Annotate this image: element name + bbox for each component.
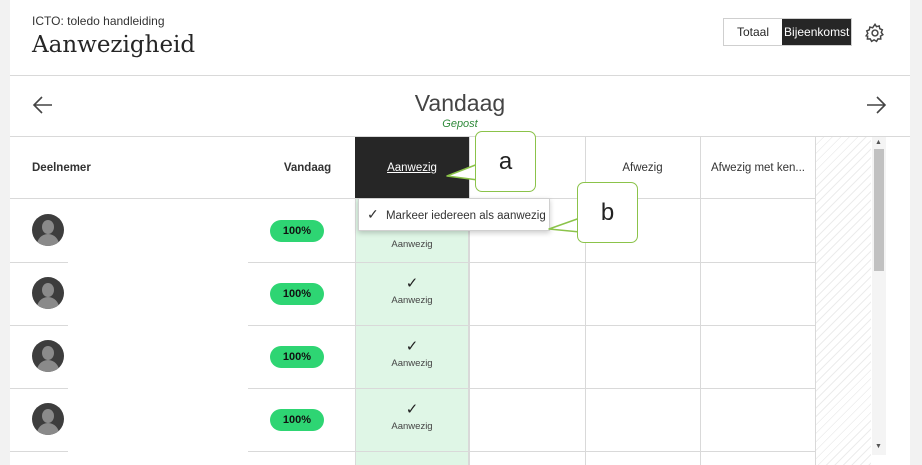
mark-all-present-menu-item[interactable]: ✓ Markeer iedereen als aanwezig <box>358 198 550 231</box>
row-divider <box>10 262 68 263</box>
row-divider <box>248 262 815 263</box>
toggle-bijeenkomst[interactable]: Bijeenkomst <box>782 19 852 45</box>
row-divider <box>10 451 68 452</box>
vertical-scrollbar[interactable]: ▲ ▼ <box>872 137 886 455</box>
present-label: Aanwezig <box>391 239 433 250</box>
present-mark[interactable]: ✓ Aanwezig <box>356 338 468 369</box>
row-divider <box>248 451 815 452</box>
attendance-score: 100% <box>270 409 324 431</box>
row-divider <box>10 388 68 389</box>
grid-divider <box>700 137 701 465</box>
date-navigation: Vandaag Gepost <box>10 77 910 137</box>
hatched-spacer <box>815 137 871 465</box>
check-icon: ✓ <box>367 206 379 222</box>
arrow-right-icon[interactable] <box>865 94 887 116</box>
check-icon: ✓ <box>405 338 419 355</box>
session-status: Gepost <box>442 118 478 130</box>
header-afwezig-met-kennisgeving[interactable]: Afwezig met ken... <box>700 137 815 199</box>
present-mark[interactable]: ✓ Aanwezig <box>356 401 468 432</box>
page-title: Aanwezigheid <box>32 32 196 58</box>
header-vandaag[interactable]: Vandaag <box>248 137 355 199</box>
attendance-score: 100% <box>270 220 324 242</box>
grid-divider <box>469 137 470 465</box>
check-icon: ✓ <box>405 401 419 418</box>
present-mark[interactable]: ✓ Aanwezig <box>356 275 468 306</box>
attendance-app: ICTO: toledo handleiding Aanwezigheid To… <box>10 0 910 465</box>
mark-all-present-label: Markeer iedereen als aanwezig <box>385 210 546 222</box>
avatar <box>32 214 64 246</box>
gear-icon[interactable] <box>864 22 886 44</box>
callout-b: b <box>577 182 638 243</box>
course-name: ICTO: toledo handleiding <box>32 14 165 28</box>
check-icon: ✓ <box>405 275 419 292</box>
callout-a: a <box>475 131 536 192</box>
avatar <box>32 277 64 309</box>
scroll-down-icon[interactable]: ▼ <box>875 443 882 450</box>
attendance-score: 100% <box>270 346 324 368</box>
attendance-score: 100% <box>270 283 324 305</box>
scrollbar-thumb[interactable] <box>874 149 884 271</box>
present-label: Aanwezig <box>391 295 433 306</box>
avatar <box>32 403 64 435</box>
row-divider <box>248 325 815 326</box>
row-divider <box>248 388 815 389</box>
avatar <box>32 340 64 372</box>
scroll-up-icon[interactable]: ▲ <box>875 139 882 146</box>
present-label: Aanwezig <box>391 421 433 432</box>
present-label: Aanwezig <box>391 358 433 369</box>
view-toggle: Totaal Bijeenkomst <box>723 18 853 46</box>
page-header: ICTO: toledo handleiding Aanwezigheid To… <box>10 0 910 76</box>
header-deelnemer[interactable]: Deelnemer <box>10 137 248 199</box>
row-divider <box>10 325 68 326</box>
session-date-title: Vandaag <box>414 90 506 116</box>
toggle-totaal[interactable]: Totaal <box>724 19 782 45</box>
header-aanwezig[interactable]: Aanwezig <box>355 137 469 199</box>
